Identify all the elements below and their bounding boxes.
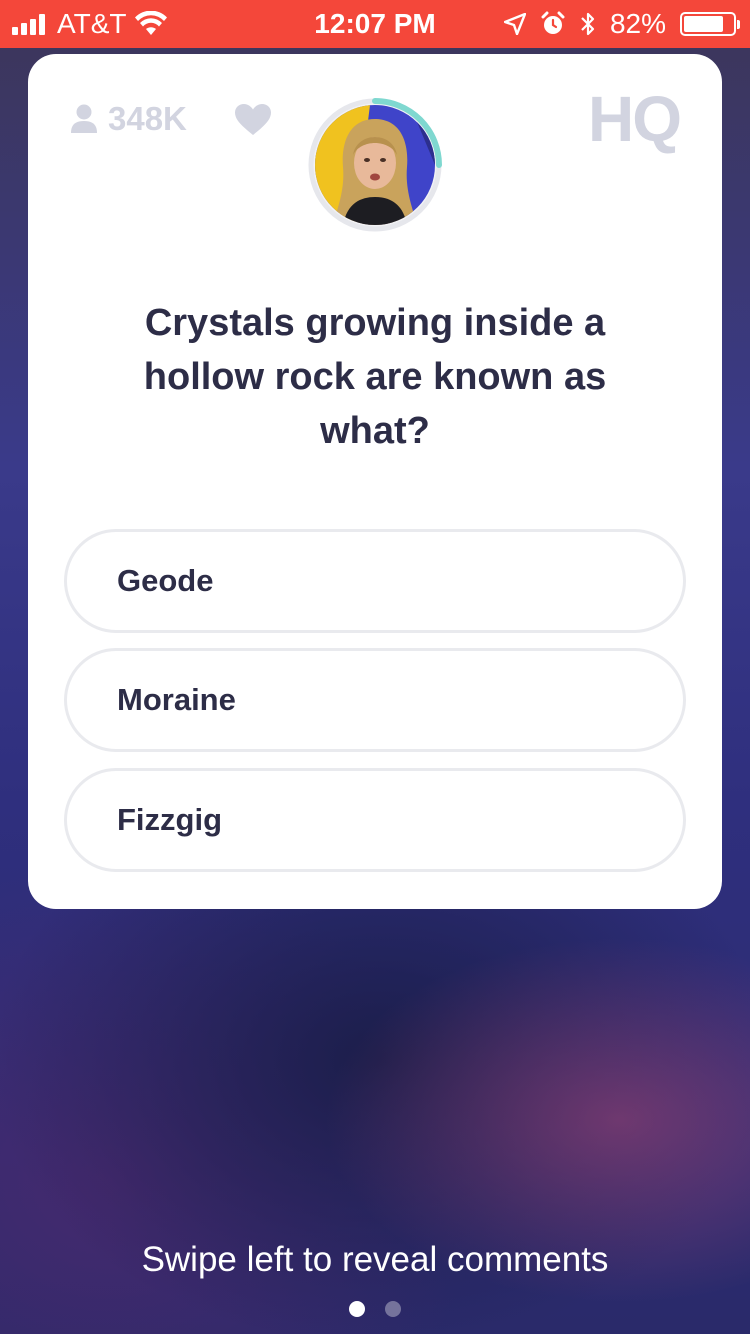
host-portrait <box>315 105 435 225</box>
question-card: 348K HQ Crystals growing inside a hollow… <box>28 54 722 909</box>
answer-option-1[interactable]: Geode <box>64 529 686 633</box>
battery-fill <box>684 16 724 32</box>
wifi-icon <box>135 11 168 35</box>
answer-option-2[interactable]: Moraine <box>64 648 686 752</box>
signal-icon <box>12 13 45 35</box>
alarm-icon <box>541 11 565 34</box>
battery-icon <box>680 12 740 36</box>
status-left: AT&T <box>12 0 168 48</box>
answer-label: Moraine <box>117 682 236 717</box>
location-arrow-icon <box>503 13 526 35</box>
page-indicator[interactable] <box>0 1301 750 1317</box>
person-icon <box>71 104 97 133</box>
swipe-hint: Swipe left to reveal comments <box>141 1240 609 1279</box>
bluetooth-icon <box>581 12 595 36</box>
page-dot-1[interactable] <box>349 1301 365 1317</box>
answer-label: Fizzgig <box>117 802 223 837</box>
host-avatar <box>304 94 446 236</box>
viewer-count-label: 348K <box>108 100 187 137</box>
answer-label: Geode <box>117 563 214 598</box>
heart-icon[interactable] <box>234 103 272 137</box>
page-dot-2[interactable] <box>385 1301 401 1317</box>
carrier-label: AT&T <box>57 8 127 39</box>
question-text: Crystals growing inside a hollow rock ar… <box>143 302 607 452</box>
answer-option-3[interactable]: Fizzgig <box>64 768 686 872</box>
hq-logo: HQ <box>588 83 682 155</box>
status-right: 82% <box>503 0 740 48</box>
battery-percent: 82% <box>609 8 666 39</box>
viewer-count: 348K <box>70 100 187 138</box>
status-bar: AT&T 12:07 PM 82% <box>0 0 750 48</box>
